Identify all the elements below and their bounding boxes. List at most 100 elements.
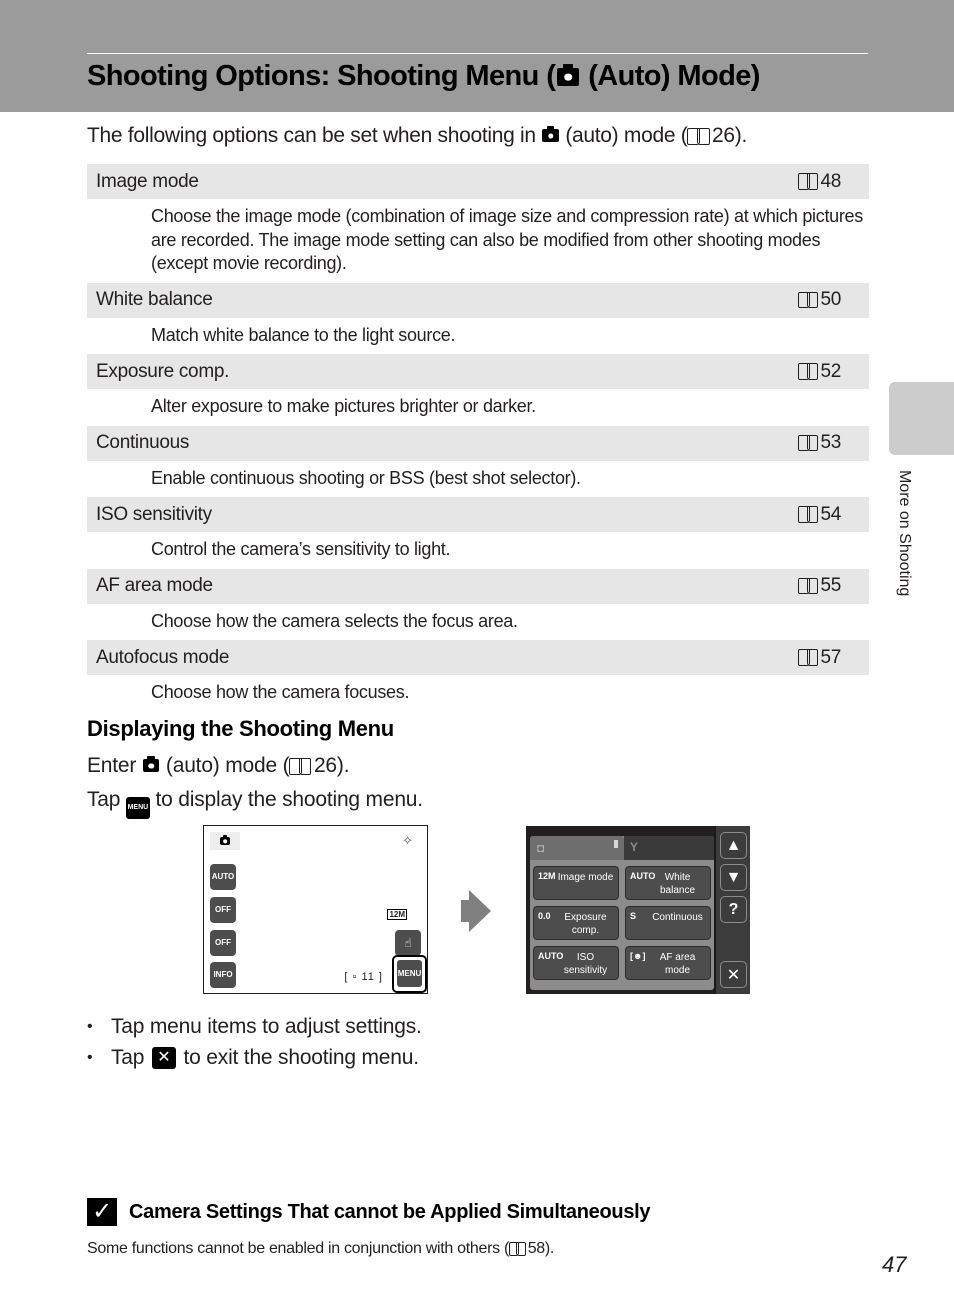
instruction-list: • Tap menu items to adjust settings. • Tap… [87, 1011, 422, 1073]
step1-post: ). [336, 754, 350, 777]
option-ref[interactable]: 52 [798, 361, 841, 383]
camera-icon: ◘ [537, 841, 545, 855]
note-ref[interactable]: 58 [528, 1240, 546, 1257]
check-icon: ✓ [87, 1198, 117, 1226]
note-body-pre: Some functions cannot be enabled in conj… [87, 1240, 509, 1257]
image-mode-icon: 12M [538, 871, 556, 881]
camera-icon [142, 756, 160, 773]
option-description: Choose how the camera selects the focus … [151, 610, 518, 631]
list-item: • Tap ✕ to exit the shooting menu. [87, 1042, 422, 1073]
side-chapter-label: More on Shooting [896, 470, 913, 597]
book-icon [798, 363, 819, 380]
menu-button-highlight: MENU [392, 955, 427, 993]
camera-icon [542, 126, 559, 143]
option-ref-page: 53 [820, 432, 841, 453]
list-item: • Tap menu items to adjust settings. [87, 1011, 422, 1042]
self-timer-button[interactable]: OFF [210, 897, 236, 923]
menu-item-white-balance[interactable]: AUTO White balance [625, 866, 711, 900]
step1-ref[interactable]: 26 [314, 754, 337, 777]
option-row: Image mode 48 Choose the image mode (comb… [87, 164, 869, 283]
option-description: Choose the image mode (combination of im… [151, 206, 863, 273]
note-body-post: ). [544, 1240, 555, 1257]
menu-item-label: ISO sensitivity [563, 952, 608, 976]
step-2: Tap MENU to display the shooting menu. [87, 788, 423, 819]
option-name: ISO sensitivity [96, 503, 212, 525]
menu-item-label: AF area mode [659, 952, 696, 976]
shooting-screen-illustration: ✧ AUTO OFF OFF INFO 12M ☝ [ ▫ 11 ] MENU [203, 825, 428, 994]
scroll-down-button[interactable]: ▼ [720, 864, 747, 891]
option-ref-page: 48 [820, 170, 841, 192]
step1-mid: (auto) mode ( [160, 754, 290, 777]
vibration-reduction-icon: ✧ [402, 833, 413, 848]
tab-setup-menu[interactable]: Y [624, 836, 714, 860]
option-row: AF area mode 55 Choose how the camera sel… [87, 568, 869, 641]
menu-button[interactable]: MENU [397, 960, 422, 987]
step2-pre: Tap [87, 788, 126, 811]
menu-icon: MENU [125, 797, 150, 819]
close-icon: ✕ [151, 1046, 176, 1069]
option-ref-page: 50 [820, 289, 841, 310]
book-icon [508, 1241, 526, 1256]
book-icon [687, 127, 710, 145]
flash-mode-button[interactable]: AUTO [210, 864, 236, 890]
option-description: Match white balance to the light source. [151, 324, 456, 345]
triangle-down-icon: ▼ [725, 868, 742, 886]
macro-mode-label: OFF [215, 938, 231, 947]
close-button[interactable]: ✕ [720, 961, 747, 988]
option-description: Alter exposure to make pictures brighter… [151, 396, 536, 416]
step1-pre: Enter [87, 754, 142, 777]
menu-item-iso-sensitivity[interactable]: AUTO ISO sensitivity [533, 946, 619, 980]
note-title-text: Camera Settings That cannot be Applied S… [129, 1200, 651, 1223]
menu-grid: 12M Image mode AUTO White balance 0.0 Expos… [533, 866, 711, 980]
info-label: INFO [213, 970, 233, 979]
macro-mode-button[interactable]: OFF [210, 930, 236, 956]
option-ref[interactable]: 48 [798, 171, 841, 193]
tab-shooting-menu[interactable]: ◘ [530, 836, 624, 860]
help-button[interactable]: ? [720, 896, 747, 923]
info-button[interactable]: INFO [210, 962, 236, 988]
option-ref-page: 54 [820, 503, 841, 525]
step-1: Enter (auto) mode ( 26). [87, 754, 350, 778]
option-header: Continuous 53 [87, 425, 869, 461]
arrow-right-head [469, 890, 491, 932]
option-ref[interactable]: 53 [798, 432, 841, 454]
menu-label: MENU [397, 969, 422, 978]
option-name: Image mode [96, 170, 199, 192]
help-icon: ? [728, 900, 739, 918]
frames-remaining: [ ▫ 11 ] [344, 971, 383, 983]
scroll-up-button[interactable]: ▲ [720, 832, 747, 859]
side-chapter-tab[interactable] [889, 382, 954, 455]
image-mode-badge: 12M [387, 909, 407, 920]
book-icon [798, 649, 819, 666]
page-title: Shooting Options: Shooting Menu ( (Auto)… [87, 60, 760, 93]
menu-item-label: Continuous [652, 912, 703, 923]
menu-item-exposure-comp[interactable]: 0.0 Exposure comp. [533, 906, 619, 940]
menu-item-af-area-mode[interactable]: [☻] AF area mode [625, 946, 711, 980]
option-ref[interactable]: 57 [798, 647, 841, 669]
menu-item-continuous[interactable]: S Continuous [625, 906, 711, 940]
option-header: Autofocus mode 57 [87, 640, 869, 675]
scroll-indicator [614, 840, 618, 848]
option-ref[interactable]: 50 [798, 289, 841, 311]
triangle-up-icon: ▲ [725, 836, 742, 854]
menu-side-controls: ▲ ▼ ? ✕ [714, 826, 750, 994]
page-number: 47 [882, 1252, 907, 1277]
book-icon [798, 506, 819, 523]
shooting-mode-indicator [210, 832, 240, 850]
option-ref[interactable]: 55 [798, 575, 841, 597]
list-item-text-pre: Tap [111, 1045, 145, 1069]
section-title: Displaying the Shooting Menu [87, 716, 394, 741]
flash-mode-label: AUTO [211, 872, 235, 881]
menu-panel: ◘ Y 12M Image mode AUTO White balance 0.0 E… [530, 836, 714, 990]
option-description: Enable continuous shooting or BSS (best … [151, 467, 581, 488]
shooting-menu-illustration: ◘ Y 12M Image mode AUTO White balance 0.0 E… [526, 826, 750, 994]
intro-ref[interactable]: 26 [712, 124, 735, 147]
option-header: ISO sensitivity 54 [87, 497, 869, 532]
option-row: White balance 50 Match white balance to t… [87, 282, 869, 355]
touch-shooting-button[interactable]: ☝ [395, 930, 421, 956]
option-description: Choose how the camera focuses. [151, 682, 410, 702]
option-ref[interactable]: 54 [798, 504, 841, 526]
menu-item-image-mode[interactable]: 12M Image mode [533, 866, 619, 900]
menu-item-label: Exposure comp. [564, 912, 607, 936]
option-header: Exposure comp. 52 [87, 354, 869, 389]
